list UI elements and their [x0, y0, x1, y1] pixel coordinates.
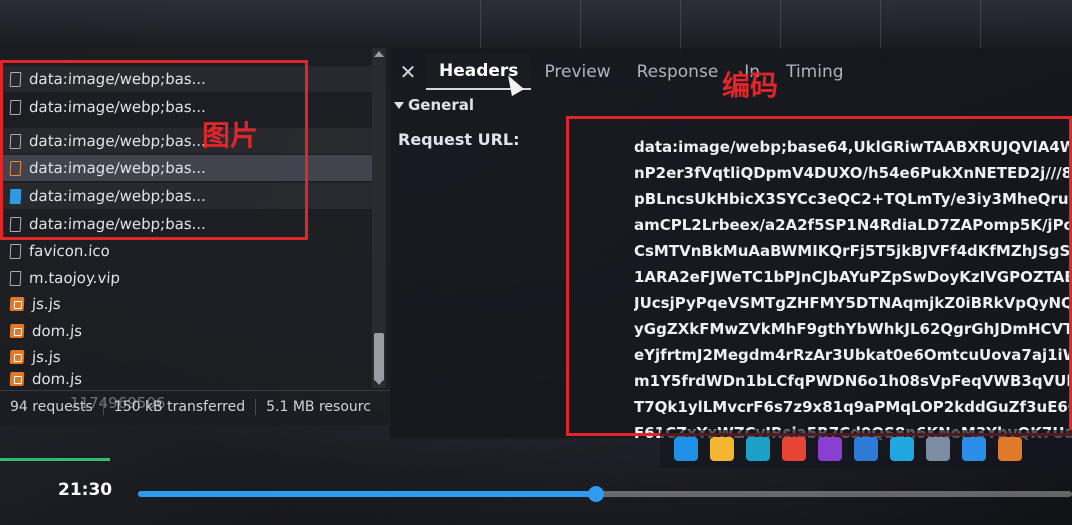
- request-list-scrollbar[interactable]: [372, 48, 386, 388]
- tab-timing[interactable]: Timing: [773, 55, 856, 89]
- edge-icon[interactable]: [746, 437, 770, 461]
- encoding-annotation-box: [566, 116, 1072, 436]
- windows-start-icon[interactable]: [674, 437, 698, 461]
- request-name: favicon.ico: [28, 242, 111, 260]
- app-gray-icon[interactable]: [926, 437, 950, 461]
- general-label: General: [408, 96, 474, 114]
- js-icon: [9, 297, 25, 311]
- transferred-size: 150 kB transferred: [104, 399, 257, 415]
- request-name: dom.js: [31, 322, 83, 340]
- list-item[interactable]: favicon.ico: [0, 238, 383, 264]
- windows-taskbar: [660, 430, 1072, 468]
- scroll-up-icon[interactable]: [374, 51, 384, 57]
- video-progress-fill: [138, 491, 596, 497]
- network-status-bar: 94 requests 150 kB transferred 5.1 MB re…: [0, 390, 390, 423]
- js-icon: [9, 372, 25, 386]
- app-orange-icon[interactable]: [998, 437, 1022, 461]
- js-icon: [9, 350, 25, 364]
- list-item[interactable]: dom.js: [0, 366, 383, 392]
- encoding-annotation-label: 编码: [722, 69, 779, 102]
- tab-response[interactable]: Response: [624, 55, 732, 89]
- file-icon: [9, 270, 22, 286]
- requests-count: 94 requests: [0, 399, 104, 415]
- list-item[interactable]: js.js: [0, 291, 383, 317]
- video-progress-knob[interactable]: [587, 486, 604, 502]
- scroll-thumb[interactable]: [374, 333, 384, 381]
- tab-preview[interactable]: Preview: [531, 55, 623, 89]
- app-purple-icon[interactable]: [818, 437, 842, 461]
- chrome-icon[interactable]: [782, 437, 806, 461]
- request-name: js.js: [31, 295, 62, 313]
- expand-triangle-icon: [394, 102, 404, 109]
- scroll-down-icon[interactable]: [374, 379, 384, 385]
- request-name: dom.js: [31, 370, 83, 388]
- list-item[interactable]: m.taojoy.vip: [0, 265, 383, 291]
- accent-line: [0, 458, 110, 461]
- video-time: 21:30: [58, 480, 113, 500]
- list-item[interactable]: dom.js: [0, 318, 383, 344]
- images-annotation-label: 图片: [202, 119, 259, 152]
- app-cyan-icon[interactable]: [890, 437, 914, 461]
- file-explorer-icon[interactable]: [710, 437, 734, 461]
- resources-size: 5.1 MB resourc: [266, 399, 371, 415]
- close-icon[interactable]: ✕: [390, 60, 426, 84]
- images-annotation-box: [0, 60, 308, 240]
- request-name: m.taojoy.vip: [28, 269, 121, 287]
- general-section-header[interactable]: General: [394, 96, 474, 114]
- request-url-label: Request URL:: [398, 130, 520, 149]
- file-icon: [9, 243, 22, 259]
- app-blue-icon[interactable]: [854, 437, 878, 461]
- request-name: js.js: [31, 348, 62, 366]
- vscode-icon[interactable]: [962, 437, 986, 461]
- video-progress-bar[interactable]: [138, 486, 1072, 502]
- js-icon: [9, 324, 25, 338]
